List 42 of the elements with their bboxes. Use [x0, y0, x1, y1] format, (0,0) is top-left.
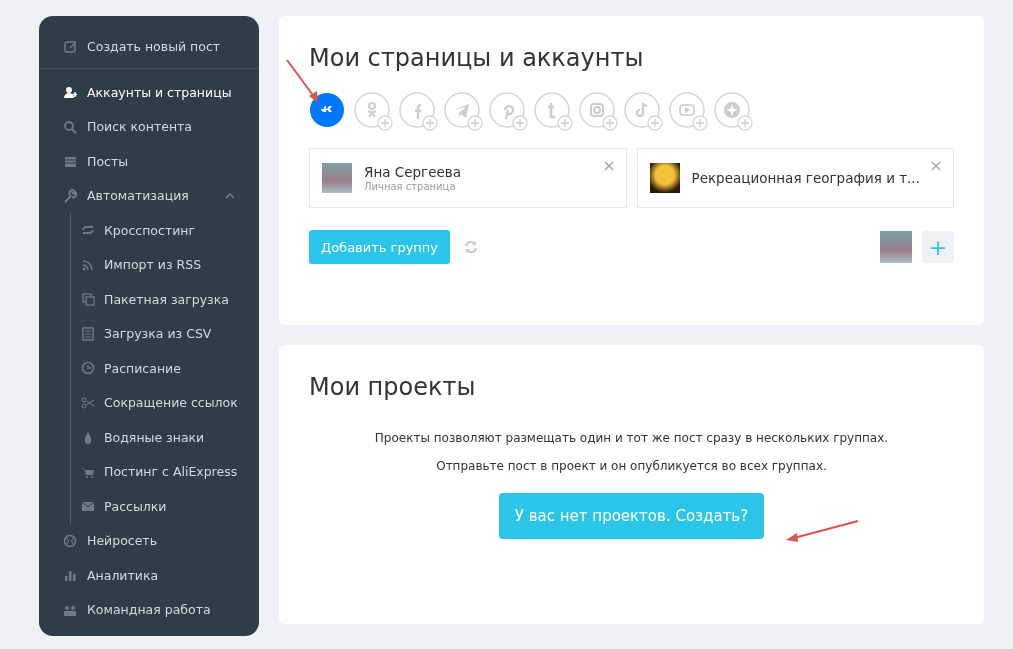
scissors-icon [81, 395, 95, 410]
sidebar-item[interactable]: Импорт из RSS [71, 247, 259, 282]
copy-icon [81, 292, 95, 307]
sidebar-item[interactable]: Водяные знаки [71, 420, 259, 455]
page-name: Яна Сергеева [364, 164, 461, 180]
sidebar-item[interactable]: Нейросеть [39, 523, 259, 558]
sidebar-item[interactable]: Расписание [71, 351, 259, 386]
clock-icon [81, 361, 95, 376]
sidebar-item[interactable]: Пакетная загрузка [71, 282, 259, 317]
sidebar-item[interactable]: Командная работа [39, 592, 259, 627]
sidebar-item[interactable]: Автоматизация [39, 178, 259, 213]
sidebar-item[interactable]: Аналитика [39, 558, 259, 593]
edit-icon [63, 39, 77, 53]
sidebar-item[interactable]: Сокращение ссылок [71, 385, 259, 420]
avatar-photo-placeholder[interactable] [880, 231, 912, 263]
add-user-icon [63, 85, 77, 100]
description-text: Проекты позволяют размещать один и тот же пост сразу в нескольких группах. [373, 431, 890, 445]
sidebar-item[interactable]: Посты [39, 144, 259, 179]
search-icon [63, 119, 77, 134]
sidebar-item[interactable]: Рассылки [71, 489, 259, 524]
sidebar-item[interactable]: Аккаунты и страницы [39, 75, 259, 110]
page-name: Рекреационная география и т... [691, 170, 920, 186]
page-type: Личная страница [364, 181, 457, 192]
avatar-photo-placeholder [649, 163, 680, 193]
list-icon [81, 326, 95, 341]
description-text: Отправьте пост в проект и он опубликуется во всех группах. [435, 459, 828, 473]
wrench-icon [63, 188, 77, 203]
sidebar-item[interactable]: Постинг с AliExpress [71, 454, 259, 489]
close-icon[interactable] [603, 161, 614, 171]
close-icon[interactable] [931, 161, 941, 171]
card-title: Мои страницы и аккаунты [309, 44, 645, 72]
card-title: Мои проекты [309, 373, 477, 401]
sidebar-item[interactable]: Кросспостинг [71, 213, 259, 248]
sidebar-item[interactable]: Загрузка из CSV [71, 316, 259, 351]
bar-chart-icon [63, 568, 77, 583]
avatar-photo-placeholder [322, 163, 352, 193]
envelope-icon [81, 499, 95, 514]
refresh-icon[interactable] [464, 240, 479, 254]
sidebar-item[interactable]: Создать новый пост [39, 36, 259, 56]
caret-icon[interactable] [225, 192, 235, 199]
sidebar-item[interactable]: Поиск контента [39, 109, 259, 144]
rss-icon [81, 257, 95, 272]
